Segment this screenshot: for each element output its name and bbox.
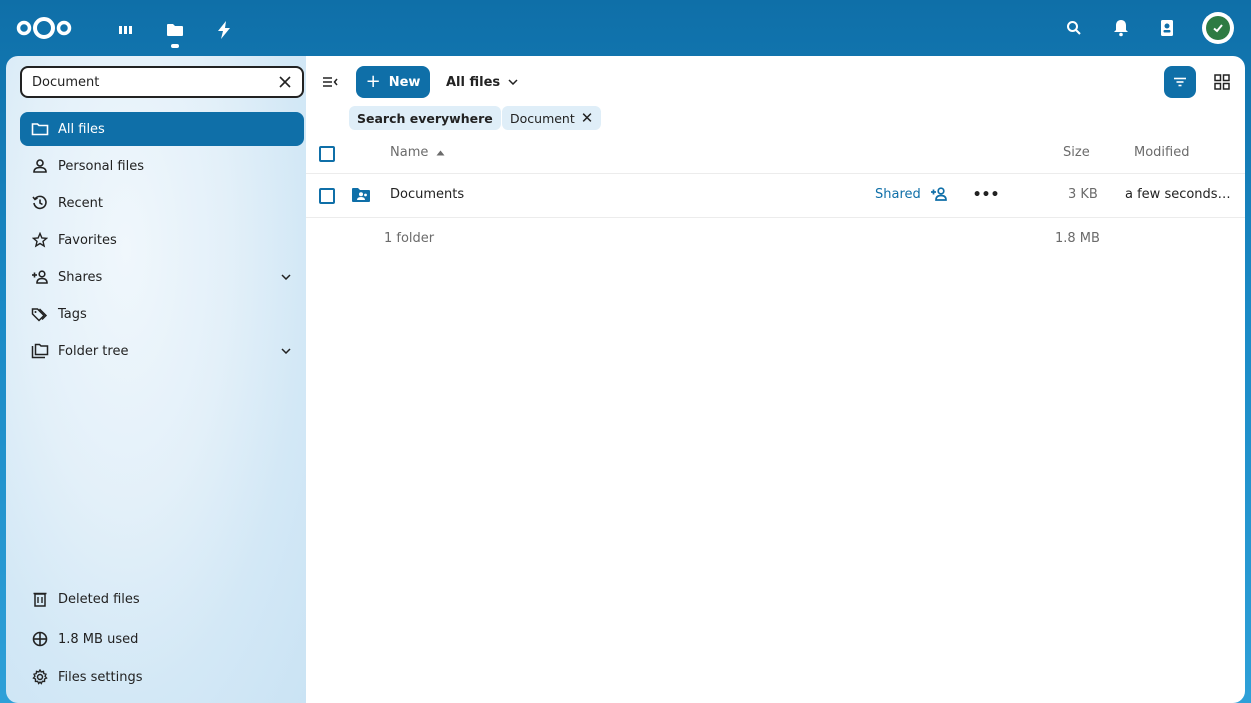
lightning-icon[interactable] <box>212 18 236 42</box>
select-all-checkbox[interactable] <box>319 146 335 162</box>
chevron-down-icon <box>508 79 518 85</box>
files-app-icon[interactable] <box>163 18 187 42</box>
dashboard-icon[interactable] <box>114 18 138 42</box>
nav-item-label: Folder tree <box>58 343 129 359</box>
search-input[interactable] <box>32 74 276 90</box>
nextcloud-logo-icon[interactable] <box>16 14 72 42</box>
sort-ascending-icon <box>436 150 445 156</box>
search-icon[interactable] <box>1062 16 1086 40</box>
filter-button[interactable] <box>1164 66 1196 98</box>
column-name[interactable]: Name <box>390 145 445 160</box>
pie-chart-icon <box>30 629 50 649</box>
nav-item-label: Favorites <box>58 232 117 248</box>
nav-item-label: Deleted files <box>58 591 140 607</box>
online-status-icon <box>1206 16 1230 40</box>
folder-icon <box>30 119 50 139</box>
chip-label: Search everywhere <box>357 110 493 126</box>
person-icon <box>30 156 50 176</box>
file-name[interactable]: Documents <box>390 187 464 202</box>
new-button[interactable]: + New <box>356 66 430 98</box>
share-icon <box>30 267 50 287</box>
app-navigation: All files Personal files Recent <box>6 56 306 703</box>
column-size[interactable]: Size <box>1063 145 1090 160</box>
sharing-status[interactable]: Shared <box>875 185 949 203</box>
files-main-content: + New All files Search everywhere Docume… <box>306 56 1245 703</box>
new-button-label: New <box>388 74 421 90</box>
file-size: 3 KB <box>1068 187 1098 202</box>
file-list-summary: 1 folder 1.8 MB <box>306 218 1245 262</box>
nav-item-label: Tags <box>58 306 87 322</box>
search-query-chip[interactable]: Document ✕ <box>502 106 602 130</box>
storage-quota[interactable]: 1.8 MB used <box>20 622 304 656</box>
history-icon <box>30 193 50 213</box>
active-app-indicator <box>171 44 179 48</box>
file-modified: a few seconds… <box>1125 187 1231 202</box>
tag-icon <box>30 304 50 324</box>
grid-icon <box>1214 74 1230 90</box>
nav-item-label: Personal files <box>58 158 144 174</box>
nav-item-tags[interactable]: Tags <box>20 297 304 331</box>
summary-count: 1 folder <box>384 231 435 246</box>
nav-item-label: Files settings <box>58 669 143 685</box>
shared-folder-icon <box>351 187 371 205</box>
row-checkbox[interactable] <box>319 188 335 204</box>
contacts-icon[interactable] <box>1155 16 1179 40</box>
nav-item-favorites[interactable]: Favorites <box>20 223 304 257</box>
user-avatar[interactable] <box>1202 12 1234 44</box>
nav-item-recent[interactable]: Recent <box>20 186 304 220</box>
close-icon[interactable]: ✕ <box>581 110 594 126</box>
bell-icon[interactable] <box>1109 16 1133 40</box>
file-row[interactable]: Documents Shared ••• 3 KB a few seconds… <box>306 174 1245 218</box>
nav-item-label: Recent <box>58 195 103 211</box>
trash-icon <box>30 589 50 609</box>
grid-view-button[interactable] <box>1206 66 1238 98</box>
toggle-navigation-icon[interactable] <box>314 66 346 98</box>
top-bar <box>0 0 1251 56</box>
more-actions-icon[interactable]: ••• <box>973 184 1000 206</box>
shared-label: Shared <box>875 186 921 202</box>
nav-item-deleted-files[interactable]: Deleted files <box>20 582 304 616</box>
quota-label: 1.8 MB used <box>58 631 139 647</box>
chevron-down-icon[interactable] <box>278 343 294 359</box>
column-modified[interactable]: Modified <box>1134 145 1189 160</box>
breadcrumb-current: All files <box>446 74 501 90</box>
nav-item-all-files[interactable]: All files <box>20 112 304 146</box>
column-name-label: Name <box>390 145 429 160</box>
nav-item-folder-tree[interactable]: Folder tree <box>20 334 304 368</box>
plus-icon: + <box>365 71 381 92</box>
star-icon <box>30 230 50 250</box>
nav-item-personal-files[interactable]: Personal files <box>20 149 304 183</box>
folder-tree-icon <box>30 341 50 361</box>
nav-item-label: Shares <box>58 269 103 285</box>
chevron-down-icon[interactable] <box>278 269 294 285</box>
file-list-header: Name Size Modified <box>306 136 1245 174</box>
search-everywhere-chip[interactable]: Search everywhere <box>349 106 501 130</box>
nav-item-label: All files <box>58 121 105 137</box>
nav-item-shares[interactable]: Shares <box>20 260 304 294</box>
breadcrumb[interactable]: All files <box>446 66 518 98</box>
summary-size: 1.8 MB <box>1055 231 1100 246</box>
nav-item-files-settings[interactable]: Files settings <box>20 660 304 694</box>
search-field[interactable] <box>20 66 304 98</box>
filter-icon <box>1173 77 1187 87</box>
share-icon <box>929 185 949 203</box>
chip-label: Document <box>510 110 575 126</box>
gear-icon <box>30 667 50 687</box>
clear-search-icon[interactable] <box>276 73 294 91</box>
